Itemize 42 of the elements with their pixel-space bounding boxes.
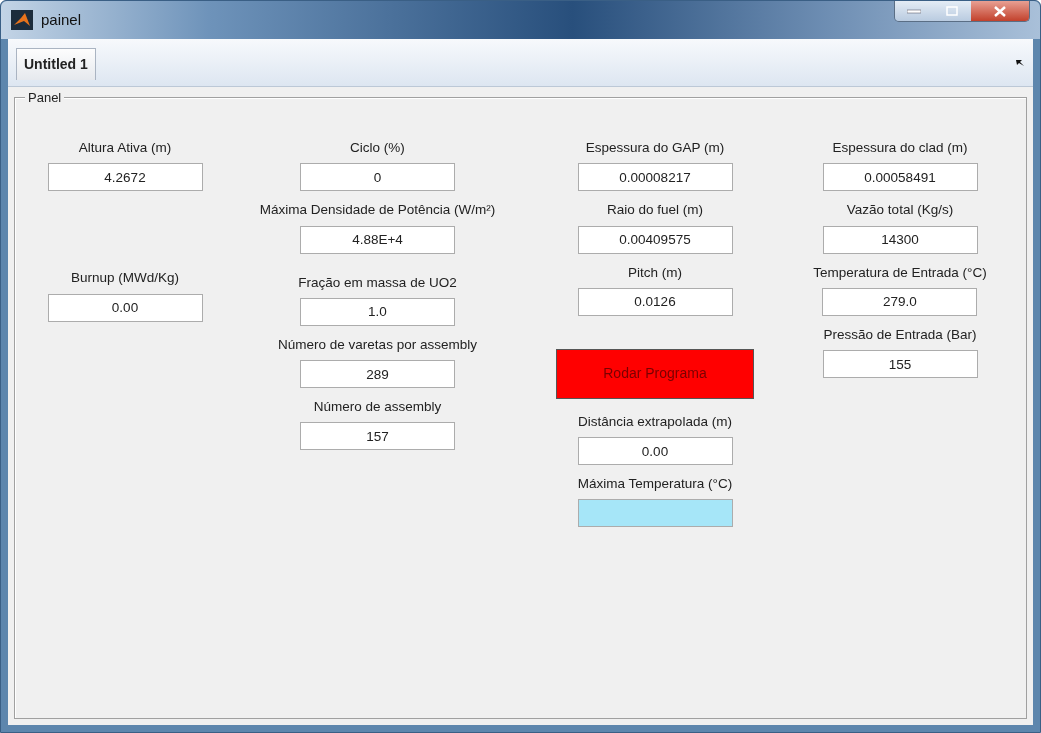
close-button[interactable] [971,1,1029,21]
field-label: Distância extrapolada (m) [578,412,732,431]
window-title: painel [41,9,82,30]
field-label: Burnup (MWd/Kg) [70,269,179,288]
field-label: Número de varetas por assembly [278,335,477,354]
input-field[interactable]: 279.0 [822,287,978,316]
input-field[interactable]: 0.00058491 [822,163,978,192]
field-label: Pitch (m) [628,263,682,282]
field-label: Ciclo (%) [350,139,405,157]
input-field[interactable]: 0 [300,163,455,192]
field-label: Temperatura de Entrada (°C) [813,263,987,282]
output-field[interactable] [577,499,733,528]
field-label: Pressão de Entrada (Bar) [823,325,977,344]
input-field[interactable]: 14300 [822,225,978,254]
field-label: Espessura do clad (m) [832,139,968,157]
minimize-button[interactable] [895,1,933,21]
input-field[interactable]: 0.00008217 [577,163,733,192]
input-field[interactable]: 0.00 [47,293,203,322]
field-label: Número de assembly [313,398,442,416]
input-field[interactable]: 0.0126 [577,287,733,316]
field-label: Máxima Densidade de Potência (W/m²) [259,201,496,220]
collapse-icon[interactable] [1016,58,1025,67]
input-field[interactable]: 155 [822,350,978,378]
maximize-button[interactable] [933,1,971,21]
input-field[interactable]: 1.0 [300,297,455,326]
field-label: Raio do fuel (m) [606,201,703,220]
input-field[interactable]: 4.2672 [47,163,203,192]
tab[interactable]: Untitled 1 [16,48,96,80]
field-label: Fração em massa de UO2 [298,273,457,292]
input-field[interactable]: 4.88E+4 [300,225,455,254]
input-field[interactable]: 289 [300,360,455,388]
app-logo-icon [11,10,33,30]
close-icon [994,5,1006,17]
field-label: Máxima Temperatura (°C) [577,475,733,493]
field-label: Espessura do GAP (m) [585,139,725,157]
input-field[interactable]: 157 [300,422,455,451]
input-field[interactable]: 0.00409575 [577,225,733,254]
field-label: Vazão total (Kg/s) [846,201,954,220]
input-field[interactable]: 0.00 [577,437,733,465]
maximize-icon [946,6,958,16]
field-label: Altura Ativa (m) [78,139,172,157]
minimize-icon [907,8,921,14]
